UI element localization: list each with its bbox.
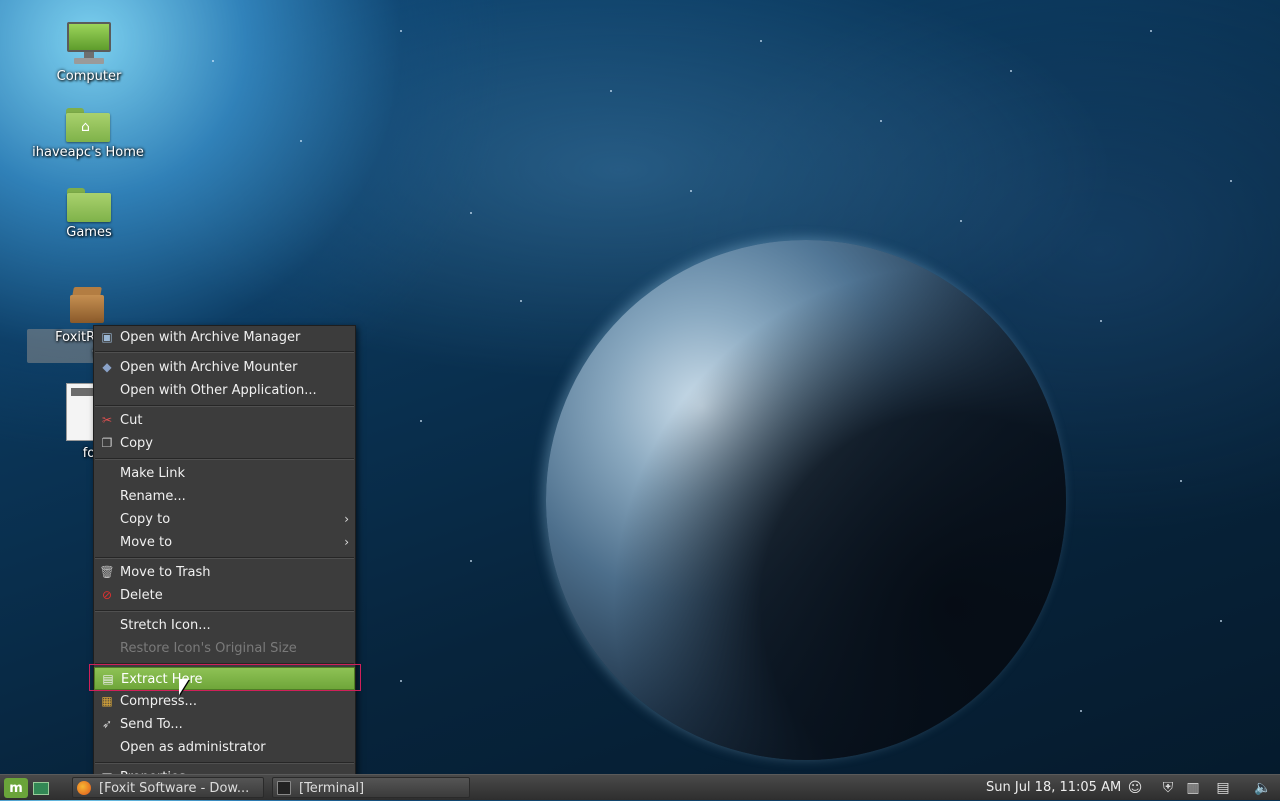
volume-icon[interactable]: 🔈 bbox=[1254, 779, 1272, 797]
menu-item-stretch-icon[interactable]: Stretch Icon... bbox=[94, 614, 355, 637]
terminal-icon bbox=[277, 781, 291, 795]
home-folder-icon: ⌂ bbox=[66, 108, 110, 142]
menu-item-label: Cut bbox=[120, 413, 143, 428]
menu-item-delete[interactable]: ⊘ Delete bbox=[94, 584, 355, 607]
mint-menu-button[interactable]: m bbox=[4, 778, 28, 798]
desktop-icon-label: Games bbox=[66, 225, 112, 240]
taskbar-item-terminal[interactable]: [Terminal] bbox=[272, 777, 470, 798]
submenu-arrow-icon: › bbox=[344, 512, 349, 526]
menu-item-label: Move to bbox=[120, 535, 173, 550]
folder-icon bbox=[67, 188, 111, 222]
menu-item-label: Restore Icon's Original Size bbox=[120, 641, 297, 656]
compress-icon: ▦ bbox=[101, 693, 113, 708]
menu-item-label: Open as administrator bbox=[120, 740, 266, 755]
menu-item-label: Rename... bbox=[120, 489, 186, 504]
diamond-icon: ◆ bbox=[102, 359, 112, 374]
menu-item-open-other-application[interactable]: Open with Other Application... bbox=[94, 379, 355, 402]
menu-item-label: Open with Other Application... bbox=[120, 383, 317, 398]
desktop-icon-games[interactable]: Games bbox=[29, 188, 149, 241]
bottom-panel: m [Foxit Software - Dow... [Terminal] Su… bbox=[0, 774, 1280, 800]
mint-logo-icon: m bbox=[9, 780, 23, 796]
scissors-icon: ✂ bbox=[101, 412, 113, 427]
menu-item-open-as-administrator[interactable]: Open as administrator bbox=[94, 736, 355, 759]
menu-item-cut[interactable]: ✂ Cut bbox=[94, 409, 355, 432]
menu-item-label: Send To... bbox=[120, 717, 183, 732]
clock[interactable]: Sun Jul 18, 11:05 AM bbox=[986, 775, 1121, 801]
menu-item-label: Delete bbox=[120, 588, 163, 603]
firefox-icon bbox=[77, 781, 91, 795]
submenu-arrow-icon: › bbox=[344, 535, 349, 549]
desktop-icon-home[interactable]: ⌂ ihaveapc's Home bbox=[28, 108, 148, 161]
menu-item-open-archive-manager[interactable]: ▣ Open with Archive Manager bbox=[94, 326, 355, 349]
menu-item-make-link[interactable]: Make Link bbox=[94, 462, 355, 485]
archive-manager-icon: ▣ bbox=[101, 329, 113, 344]
menu-item-label: Open with Archive Manager bbox=[120, 330, 301, 345]
menu-item-label: Copy bbox=[120, 436, 153, 451]
menu-item-move-to[interactable]: Move to › bbox=[94, 531, 355, 554]
taskbar-item-label: [Terminal] bbox=[299, 781, 365, 796]
shield-icon[interactable]: ⛨ bbox=[1159, 779, 1177, 797]
menu-item-label: Stretch Icon... bbox=[120, 618, 211, 633]
desktop-icon-label: ihaveapc's Home bbox=[32, 145, 144, 160]
copy-icon: ❐ bbox=[101, 435, 113, 450]
network-icon[interactable]: ▥ bbox=[1184, 779, 1202, 797]
send-icon: ➶ bbox=[101, 716, 113, 731]
menu-item-label: Compress... bbox=[120, 694, 197, 709]
menu-item-label: Make Link bbox=[120, 466, 185, 481]
clipboard-icon[interactable]: ▤ bbox=[1214, 779, 1232, 797]
taskbar-item-label: [Foxit Software - Dow... bbox=[99, 781, 250, 796]
show-desktop-button[interactable] bbox=[31, 778, 51, 798]
menu-item-label: Move to Trash bbox=[120, 565, 211, 580]
desktop-icon-computer[interactable]: Computer bbox=[29, 22, 149, 85]
mouse-cursor-icon bbox=[179, 679, 189, 695]
menu-item-label: Open with Archive Mounter bbox=[120, 360, 298, 375]
archive-icon bbox=[70, 287, 104, 323]
extract-icon: ▤ bbox=[102, 671, 114, 686]
menu-item-restore-icon-size: Restore Icon's Original Size bbox=[94, 637, 355, 660]
menu-item-label: Extract Here bbox=[121, 672, 203, 687]
menu-item-open-archive-mounter[interactable]: ◆ Open with Archive Mounter bbox=[94, 356, 355, 379]
delete-icon: ⊘ bbox=[101, 587, 113, 602]
menu-item-rename[interactable]: Rename... bbox=[94, 485, 355, 508]
context-menu: ▣ Open with Archive Manager ◆ Open with … bbox=[93, 325, 356, 790]
menu-item-copy-to[interactable]: Copy to › bbox=[94, 508, 355, 531]
computer-icon bbox=[66, 22, 112, 66]
updates-icon[interactable]: ☺ bbox=[1126, 779, 1144, 797]
menu-item-compress[interactable]: ▦ Compress... bbox=[94, 690, 355, 713]
desktop-icon bbox=[33, 781, 49, 795]
menu-item-label: Copy to bbox=[120, 512, 171, 527]
trash-icon: 🗑 bbox=[99, 564, 115, 579]
menu-item-send-to[interactable]: ➶ Send To... bbox=[94, 713, 355, 736]
desktop-icon-label: Computer bbox=[56, 69, 122, 84]
taskbar-item-firefox[interactable]: [Foxit Software - Dow... bbox=[72, 777, 264, 798]
menu-item-extract-here[interactable]: ▤ Extract Here bbox=[94, 667, 355, 690]
menu-item-move-to-trash[interactable]: 🗑 Move to Trash bbox=[94, 561, 355, 584]
menu-item-copy[interactable]: ❐ Copy bbox=[94, 432, 355, 455]
